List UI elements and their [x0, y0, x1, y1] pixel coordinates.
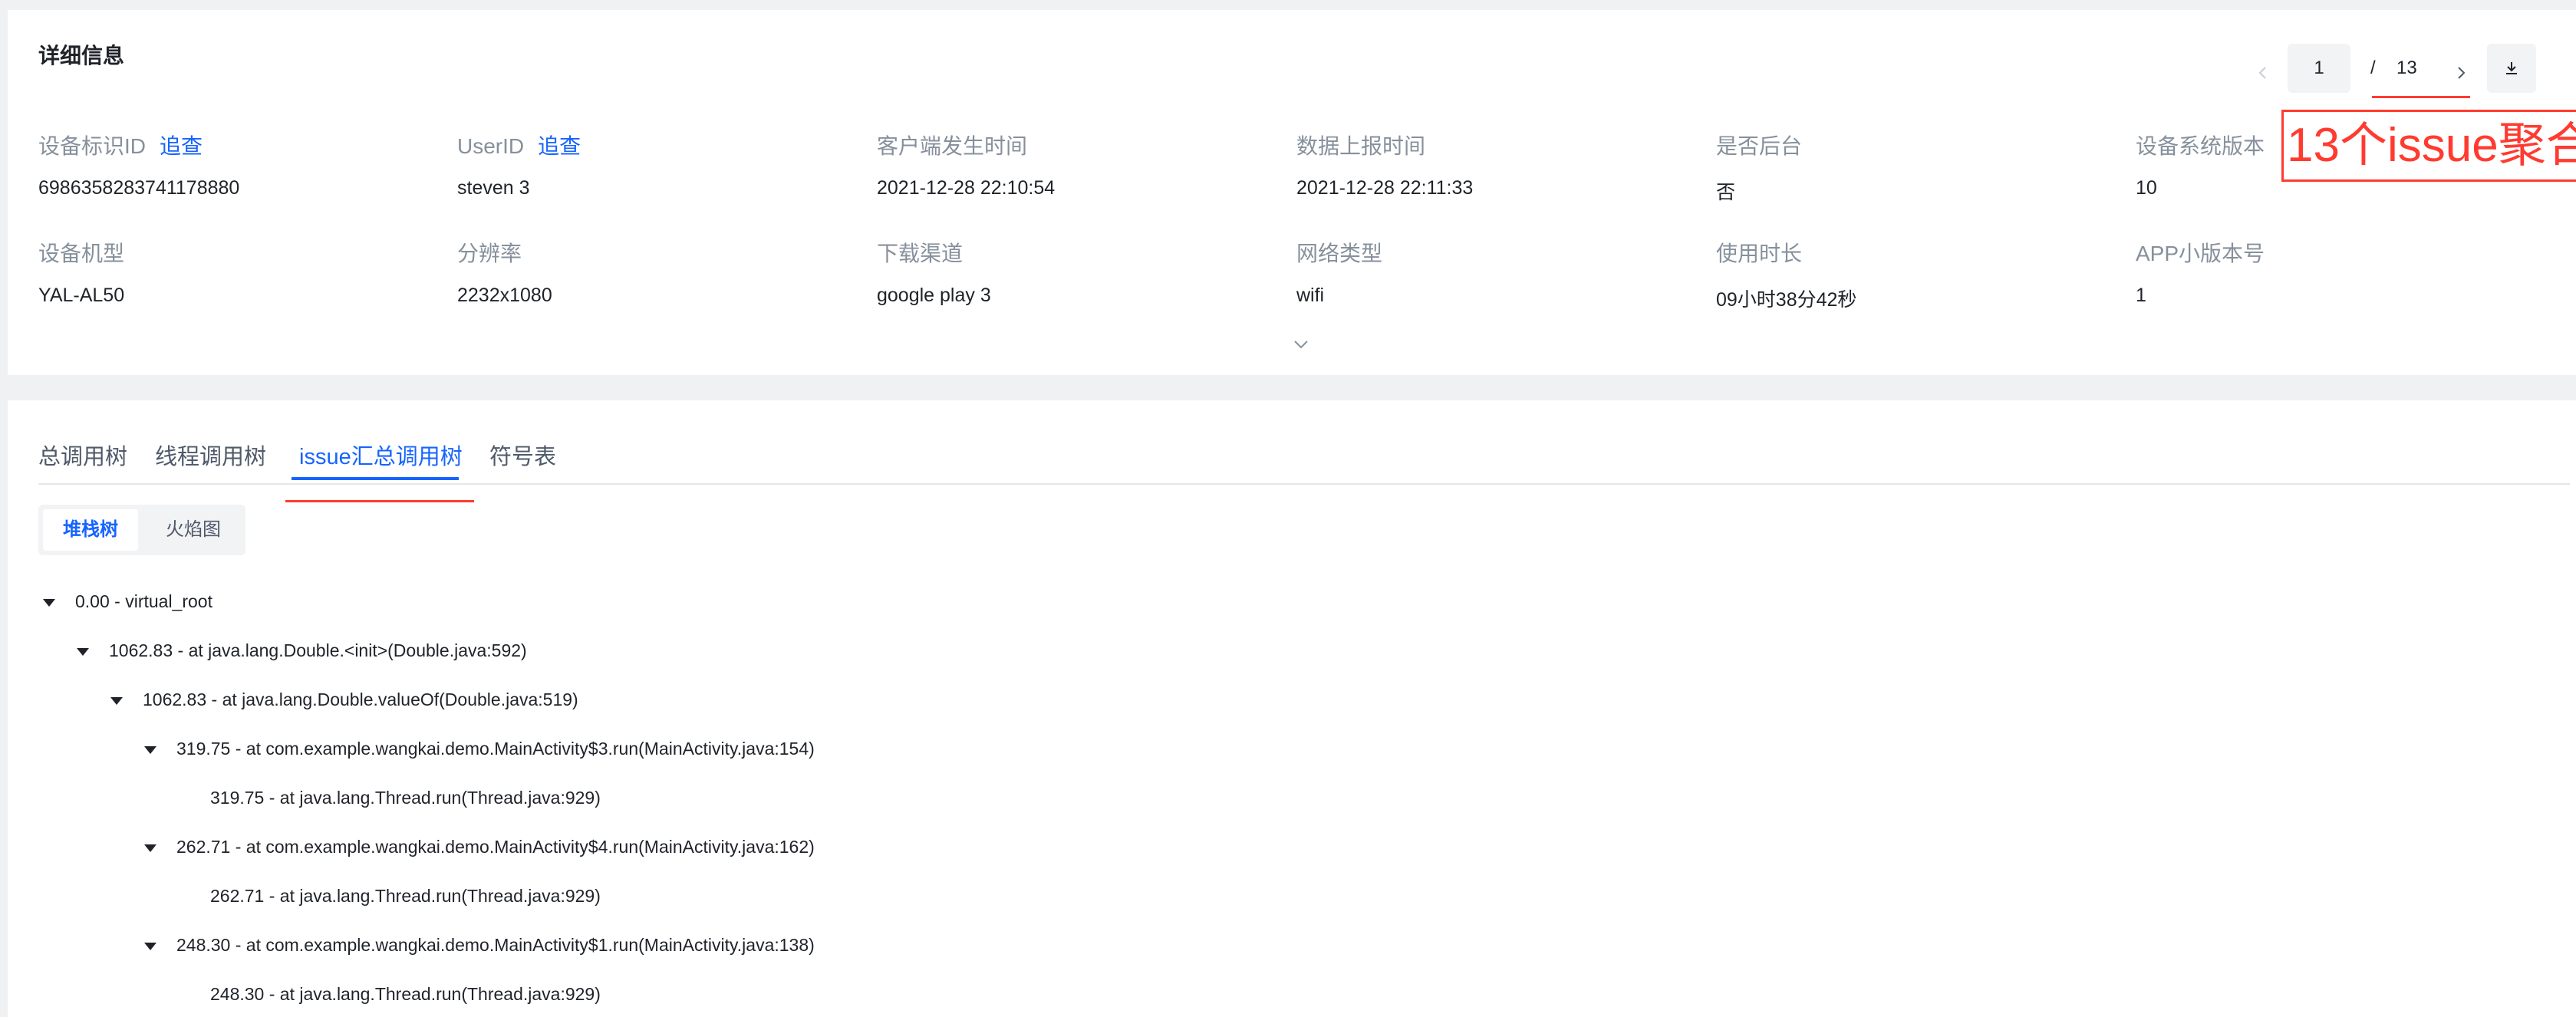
- field-value: 2021-12-28 22:10:54: [877, 177, 1056, 199]
- chevron-down-icon[interactable]: [1292, 338, 1310, 351]
- caret-down-icon[interactable]: [43, 598, 55, 607]
- tree-node-label: 262.71 - at com.example.wangkai.demo.Mai…: [176, 837, 815, 857]
- field-value: wifi: [1296, 285, 1325, 306]
- field-value: steven 3: [457, 177, 530, 199]
- page-number-input[interactable]: [2288, 44, 2350, 93]
- field-label: 数据上报时间: [1296, 134, 1426, 158]
- tree-node-label: 319.75 - at java.lang.Thread.run(Thread.…: [210, 788, 601, 808]
- tree-node-label: 1062.83 - at java.lang.Double.<init>(Dou…: [109, 640, 527, 660]
- flame-graph-toggle[interactable]: 火焰图: [146, 509, 241, 551]
- trace-device-link[interactable]: 追查: [160, 130, 203, 160]
- tree-node[interactable]: 319.75 - at java.lang.Thread.run(Thread.…: [178, 782, 601, 813]
- trace-user-link[interactable]: 追查: [538, 130, 581, 160]
- chevron-left-icon: [2258, 67, 2266, 79]
- detail-card: 详细信息 / 13 设备标识ID追查 6986358283741178880 U…: [8, 10, 2576, 375]
- field-network: 网络类型 wifi: [1296, 237, 1695, 307]
- tree-node-label: 319.75 - at com.example.wangkai.demo.Mai…: [176, 739, 815, 759]
- tree-node[interactable]: 0.00 - virtual_root: [43, 586, 212, 617]
- field-device-id: 设备标识ID 追查 6986358283741178880: [38, 130, 437, 199]
- tab-issue-summary-call-tree[interactable]: issue汇总调用树: [299, 439, 463, 471]
- caret-down-icon[interactable]: [77, 647, 89, 656]
- field-value: 10: [2136, 177, 2157, 199]
- field-label: APP小版本号: [2136, 242, 2265, 265]
- tree-node[interactable]: 262.71 - at java.lang.Thread.run(Thread.…: [178, 880, 601, 911]
- field-label: 是否后台: [1716, 134, 1803, 158]
- field-label: 客户端发生时间: [877, 134, 1028, 158]
- next-page-button[interactable]: [2446, 58, 2476, 88]
- stack-tree-toggle[interactable]: 堆栈树: [43, 509, 138, 551]
- field-label: 下载渠道: [877, 242, 964, 265]
- tab-thread-call-tree[interactable]: 线程调用树: [155, 439, 266, 471]
- tab-total-call-tree[interactable]: 总调用树: [38, 439, 127, 471]
- field-value: 否: [1716, 182, 1736, 203]
- annotation-label: 13个issue聚合: [2281, 110, 2576, 182]
- tree-node[interactable]: 319.75 - at com.example.wangkai.demo.Mai…: [144, 733, 815, 764]
- caret-down-icon[interactable]: [110, 696, 123, 705]
- chevron-right-icon: [2458, 67, 2466, 79]
- field-label: UserID: [457, 134, 525, 158]
- field-label: 分辨率: [457, 242, 522, 265]
- caret-down-icon[interactable]: [144, 745, 156, 754]
- field-value: 2232x1080: [457, 285, 552, 306]
- field-value: 6986358283741178880: [38, 177, 240, 199]
- field-value: 1: [2136, 285, 2146, 306]
- analysis-card: 总调用树 线程调用树 issue汇总调用树 符号表 堆栈树 火焰图 0.00 -…: [8, 400, 2576, 1017]
- annotation-underline: [285, 500, 474, 502]
- field-label: 设备标识ID: [38, 134, 147, 158]
- field-user-id: UserID 追查 steven 3: [457, 130, 856, 199]
- field-channel: 下载渠道 google play 3: [877, 237, 1276, 307]
- caret-down-icon[interactable]: [144, 942, 156, 950]
- tree-node[interactable]: 248.30 - at com.example.wangkai.demo.Mai…: [144, 930, 815, 960]
- tree-node-label: 248.30 - at java.lang.Thread.run(Thread.…: [210, 984, 601, 1004]
- field-resolution: 分辨率 2232x1080: [457, 237, 856, 307]
- caret-down-icon[interactable]: [144, 844, 156, 852]
- tree-node[interactable]: 262.71 - at com.example.wangkai.demo.Mai…: [144, 831, 815, 862]
- tree-node[interactable]: 248.30 - at java.lang.Thread.run(Thread.…: [178, 979, 601, 1009]
- pagination: / 13: [8, 36, 2576, 98]
- view-toggle: 堆栈树 火焰图: [38, 505, 245, 555]
- tree-node-label: 248.30 - at com.example.wangkai.demo.Mai…: [176, 935, 815, 955]
- field-value: YAL-AL50: [38, 285, 125, 306]
- field-device-model: 设备机型 YAL-AL50: [38, 237, 437, 307]
- page-separator: /: [2370, 58, 2376, 78]
- prev-page-button[interactable]: [2248, 58, 2278, 88]
- field-app-version: APP小版本号 1: [2136, 237, 2535, 307]
- field-value: 2021-12-28 22:11:33: [1296, 177, 1474, 199]
- field-report-time: 数据上报时间 2021-12-28 22:11:33: [1296, 130, 1695, 199]
- download-icon: [2506, 62, 2517, 74]
- tree-node-label: 0.00 - virtual_root: [75, 591, 212, 611]
- tree-node-label: 262.71 - at java.lang.Thread.run(Thread.…: [210, 886, 601, 906]
- field-os-version: 设备系统版本 10: [2136, 130, 2289, 199]
- field-value: 09小时38分42秒: [1716, 289, 1857, 311]
- field-label: 网络类型: [1296, 242, 1383, 265]
- tree-node[interactable]: 1062.83 - at java.lang.Double.<init>(Dou…: [77, 635, 527, 666]
- field-value: google play 3: [877, 285, 991, 306]
- page-total: 13: [2396, 58, 2417, 78]
- active-tab-indicator: [292, 477, 459, 480]
- field-label: 设备系统版本: [2136, 134, 2265, 158]
- tab-symbol-table[interactable]: 符号表: [489, 439, 556, 471]
- field-client-time: 客户端发生时间 2021-12-28 22:10:54: [877, 130, 1276, 199]
- field-label: 使用时长: [1716, 242, 1803, 265]
- annotation-underline: [2372, 96, 2470, 98]
- tree-node-label: 1062.83 - at java.lang.Double.valueOf(Do…: [143, 690, 578, 709]
- field-usage-duration: 使用时长 09小时38分42秒: [1716, 237, 2115, 312]
- field-label: 设备机型: [38, 242, 125, 265]
- field-background: 是否后台 否: [1716, 130, 2115, 205]
- tree-node[interactable]: 1062.83 - at java.lang.Double.valueOf(Do…: [110, 684, 578, 715]
- download-button[interactable]: [2487, 44, 2536, 93]
